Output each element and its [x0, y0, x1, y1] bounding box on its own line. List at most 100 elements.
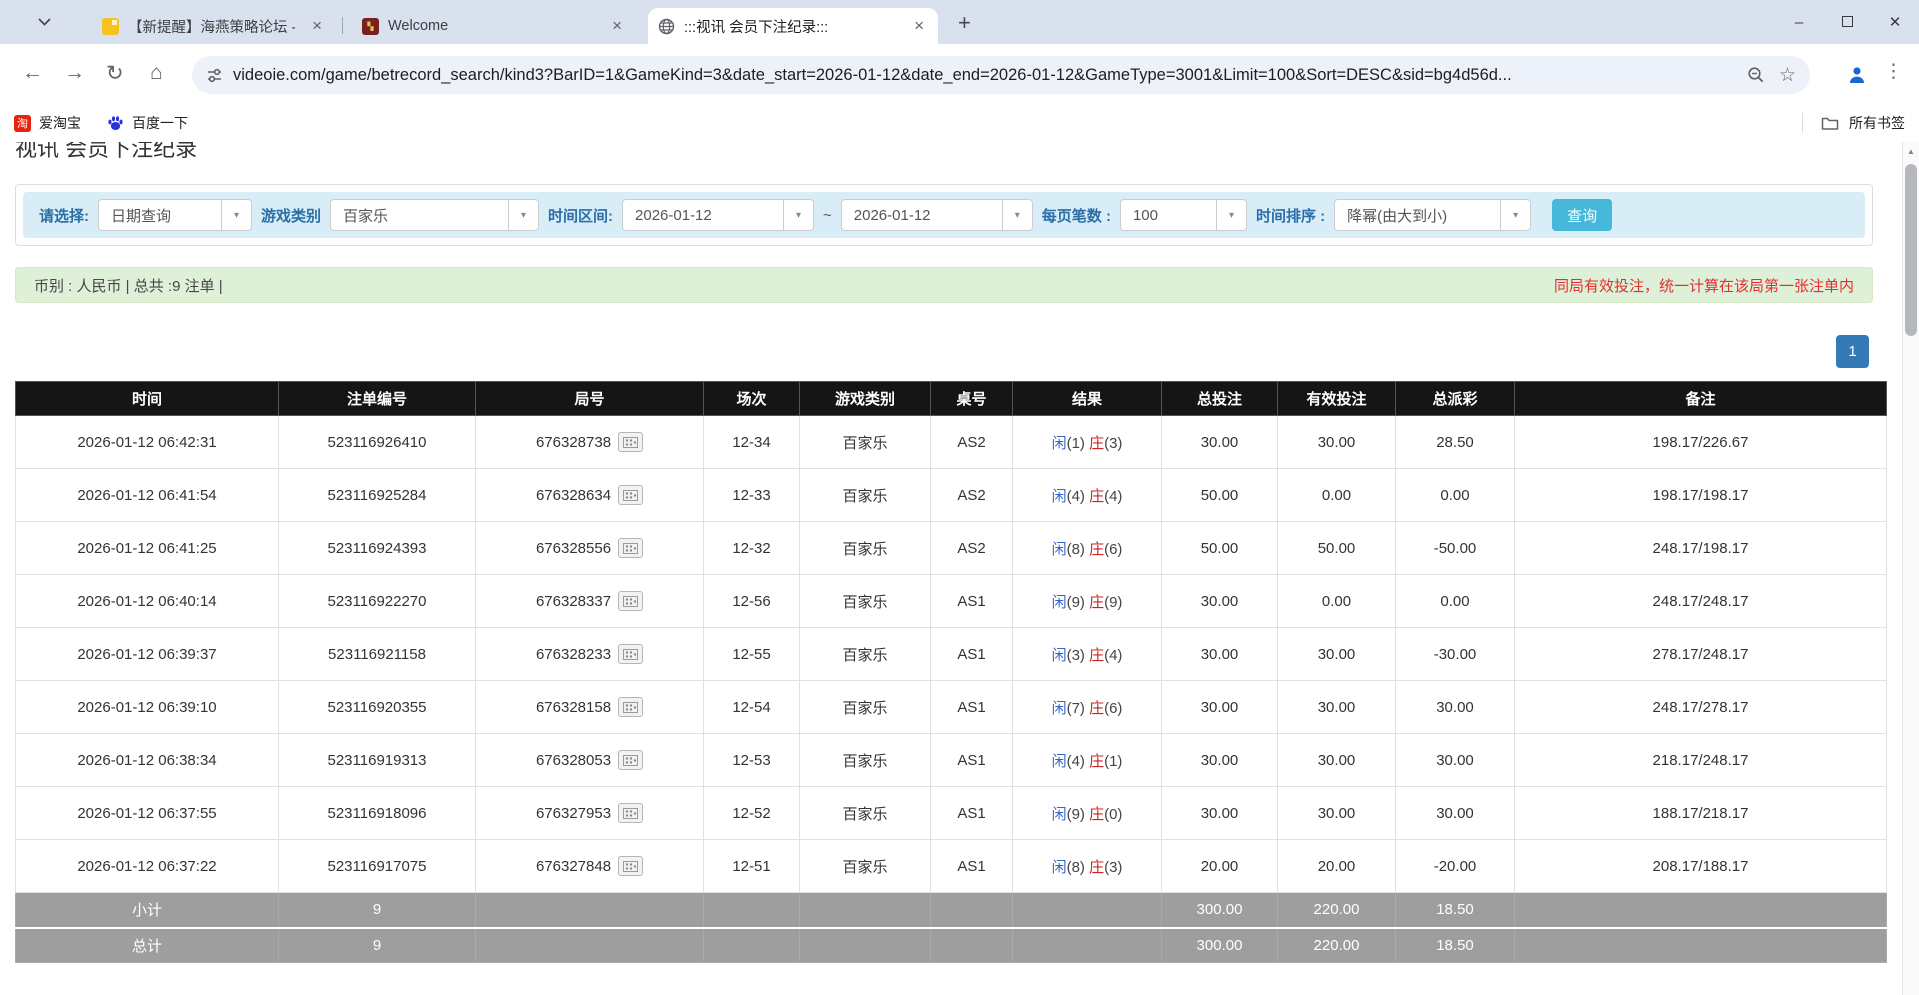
all-bookmarks-label[interactable]: 所有书签 — [1849, 113, 1905, 133]
table-header-row: 时间注单编号局号场次游戏类别桌号结果总投注有效投注总派彩备注 — [16, 382, 1887, 416]
address-bar[interactable]: videoie.com/game/betrecord_search/kind3?… — [192, 56, 1810, 94]
result-part: (8) — [1067, 541, 1090, 558]
tab-bet-record-active[interactable]: :::视讯 会员下注纪录::: × — [648, 8, 938, 44]
bookmark-star-icon[interactable]: ☆ — [1779, 64, 1796, 87]
cell-valid-bet: 50.00 — [1278, 522, 1396, 575]
round-number: 676328634 — [536, 487, 611, 504]
browser-menu-icon[interactable]: ⋮ — [1884, 60, 1903, 83]
cell-payout: 30.00 — [1396, 681, 1515, 734]
minimize-button[interactable]: – — [1775, 14, 1823, 31]
cell-table-no: AS1 — [931, 575, 1013, 628]
date-range-tilde: ~ — [823, 207, 832, 224]
column-header: 桌号 — [931, 382, 1013, 416]
game-replay-icon[interactable] — [618, 697, 643, 717]
reload-icon[interactable]: ↻ — [106, 61, 124, 86]
cell-total-bet[interactable]: 30.00 — [1162, 575, 1278, 628]
search-button[interactable]: 查询 — [1552, 199, 1612, 231]
game-replay-icon[interactable] — [618, 591, 643, 611]
bookmark-baidu[interactable]: 百度一下 — [107, 113, 188, 133]
cell-total-bet[interactable]: 50.00 — [1162, 522, 1278, 575]
cell-payout: 30.00 — [1396, 734, 1515, 787]
cell-total-bet[interactable]: 30.00 — [1162, 681, 1278, 734]
query-type-select[interactable]: 日期查询 ▾ — [98, 199, 252, 231]
profile-avatar-icon[interactable] — [1847, 65, 1867, 90]
tab-title: :::视讯 会员下注纪录::: — [684, 16, 828, 37]
cell-result: 闲(8) 庄(3) — [1013, 840, 1162, 893]
game-replay-icon[interactable] — [618, 432, 643, 452]
close-icon[interactable]: × — [308, 16, 326, 36]
table-row: 2026-01-12 06:39:37523116921158676328233… — [16, 628, 1887, 681]
game-replay-icon[interactable] — [618, 485, 643, 505]
subtotal-valid-bet: 220.00 — [1278, 893, 1396, 928]
cell-remark: 188.17/218.17 — [1515, 787, 1887, 840]
result-part: 闲 — [1052, 647, 1067, 664]
chevron-down-icon: ▾ — [508, 200, 538, 230]
page-scrollbar[interactable]: ▲ — [1902, 142, 1919, 995]
per-page-select[interactable]: 100 ▾ — [1120, 199, 1247, 231]
round-number: 676328053 — [536, 752, 611, 769]
subtotal-row: 小计 9 300.00 220.00 18.50 — [16, 893, 1887, 928]
filter-panel: 请选择: 日期查询 ▾ 游戏类别 百家乐 ▾ 时间区间: 2026-01-12 … — [15, 184, 1873, 246]
result-part: (6) — [1104, 700, 1122, 717]
select-type-label: 请选择: — [39, 205, 89, 226]
result-part: 庄 — [1089, 753, 1104, 770]
document-icon — [102, 18, 119, 35]
summary-bar: 币别 : 人民币 | 总共 :9 注单 | 同局有效投注，统一计算在该局第一张注… — [15, 267, 1873, 303]
url-text[interactable]: videoie.com/game/betrecord_search/kind3?… — [233, 66, 1747, 85]
cell-remark: 248.17/248.17 — [1515, 575, 1887, 628]
game-replay-icon[interactable] — [618, 803, 643, 823]
game-replay-icon[interactable] — [618, 750, 643, 770]
close-icon[interactable]: × — [910, 16, 928, 36]
cell-total-bet[interactable]: 30.00 — [1162, 628, 1278, 681]
home-icon[interactable]: ⌂ — [150, 61, 163, 85]
result-part: 闲 — [1052, 488, 1067, 505]
scroll-up-icon[interactable]: ▲ — [1903, 147, 1919, 156]
subtotal-label: 小计 — [16, 893, 279, 928]
date-from-select[interactable]: 2026-01-12 ▾ — [622, 199, 814, 231]
site-logo-icon: ▚ — [362, 18, 379, 35]
cell-result: 闲(1) 庄(3) — [1013, 416, 1162, 469]
cell-total-bet[interactable]: 20.00 — [1162, 840, 1278, 893]
cell-total-bet[interactable]: 30.00 — [1162, 787, 1278, 840]
cell-time: 2026-01-12 06:41:54 — [16, 469, 279, 522]
tab-welcome[interactable]: ▚ Welcome × — [352, 8, 636, 44]
bookmark-taobao[interactable]: 淘 爱淘宝 — [14, 113, 81, 133]
back-icon[interactable]: ← — [22, 61, 43, 85]
game-type-select[interactable]: 百家乐 ▾ — [330, 199, 539, 231]
cell-bet-id: 523116920355 — [279, 681, 476, 734]
scrollbar-thumb[interactable] — [1905, 164, 1917, 336]
game-replay-icon[interactable] — [618, 538, 643, 558]
cell-total-bet[interactable]: 50.00 — [1162, 469, 1278, 522]
tab-forum[interactable]: 【新提醒】海燕策略论坛 - 综合 × — [92, 8, 336, 44]
pagination-page-1[interactable]: 1 — [1836, 335, 1869, 368]
maximize-button[interactable] — [1823, 14, 1871, 31]
close-window-button[interactable]: ✕ — [1871, 13, 1919, 31]
cell-result: 闲(4) 庄(1) — [1013, 734, 1162, 787]
game-replay-icon[interactable] — [618, 644, 643, 664]
cell-total-bet[interactable]: 30.00 — [1162, 734, 1278, 787]
cell-round: 676328053 — [476, 734, 704, 787]
tune-icon[interactable] — [206, 67, 223, 84]
baidu-paw-icon — [107, 115, 124, 132]
cell-total-bet[interactable]: 30.00 — [1162, 416, 1278, 469]
result-part: (3) — [1104, 435, 1122, 452]
result-part: 闲 — [1052, 806, 1067, 823]
close-icon[interactable]: × — [608, 16, 626, 36]
forward-icon[interactable]: → — [64, 61, 85, 85]
total-total-bet: 300.00 — [1162, 928, 1278, 963]
zoom-icon[interactable] — [1747, 66, 1765, 84]
result-part: 庄 — [1089, 594, 1104, 611]
sort-select[interactable]: 降幂(由大到小) ▾ — [1334, 199, 1531, 231]
round-number: 676328337 — [536, 593, 611, 610]
tab-title: Welcome — [388, 18, 448, 34]
tab-title: 【新提醒】海燕策略论坛 - 综合 — [128, 16, 295, 37]
result-part: 庄 — [1089, 859, 1104, 876]
cell-table-no: AS1 — [931, 734, 1013, 787]
tab-search-chevron-icon[interactable] — [38, 14, 62, 32]
page-viewport: 视讯 会员下注纪录 请选择: 日期查询 ▾ 游戏类别 百家乐 ▾ 时间区间: 2… — [0, 142, 1902, 995]
game-replay-icon[interactable] — [618, 856, 643, 876]
new-tab-button[interactable]: + — [952, 10, 977, 36]
date-to-select[interactable]: 2026-01-12 ▾ — [841, 199, 1033, 231]
cell-payout: 30.00 — [1396, 787, 1515, 840]
result-part: (3) — [1067, 647, 1090, 664]
